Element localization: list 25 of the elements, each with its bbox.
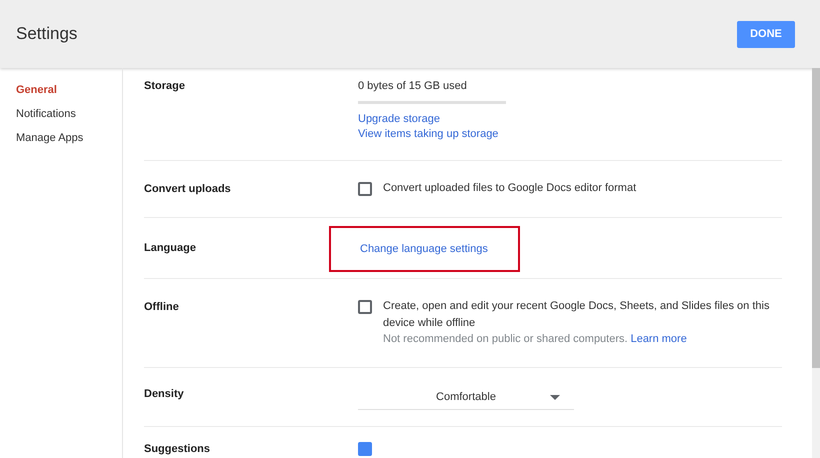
section-label: Storage <box>144 79 186 94</box>
checkbox[interactable] <box>358 182 372 196</box>
checkbox-label: Convert uploaded files to Google Docs editor format <box>383 180 636 196</box>
learn-more-link[interactable]: Learn more <box>630 332 687 347</box>
window-title: Settings <box>16 23 78 46</box>
storage-link[interactable]: Upgrade storage <box>358 112 440 126</box>
section-label: Offline <box>144 300 180 315</box>
note-text: Not recommended on public or shared computers. <box>383 332 628 347</box>
sidebar-item[interactable]: Manage Apps <box>16 130 122 146</box>
storage-link[interactable]: View items taking up storage <box>358 126 498 142</box>
section-label: Convert uploads <box>144 182 232 196</box>
language-link[interactable]: Change language settings <box>360 240 488 258</box>
sidebar-item[interactable]: General <box>16 82 122 98</box>
caret-icon <box>550 395 560 400</box>
storage-usage: 0 bytes of 15 GB used <box>358 79 468 94</box>
checkbox[interactable] <box>358 300 372 314</box>
sidebar-item[interactable]: Notifications <box>16 106 122 122</box>
section-label: Density <box>144 387 185 402</box>
section-label: Suggestions <box>144 442 212 457</box>
checkbox[interactable] <box>358 442 372 456</box>
density-select[interactable]: Comfortable <box>358 386 574 410</box>
section-label: Language <box>144 241 197 256</box>
done-button[interactable]: DONE <box>737 20 795 48</box>
scrollbar[interactable] <box>812 68 820 458</box>
checkbox-label: Create, open and edit your recent Google Docs, Sheets, and Slides files on this device while offline <box>383 299 770 331</box>
